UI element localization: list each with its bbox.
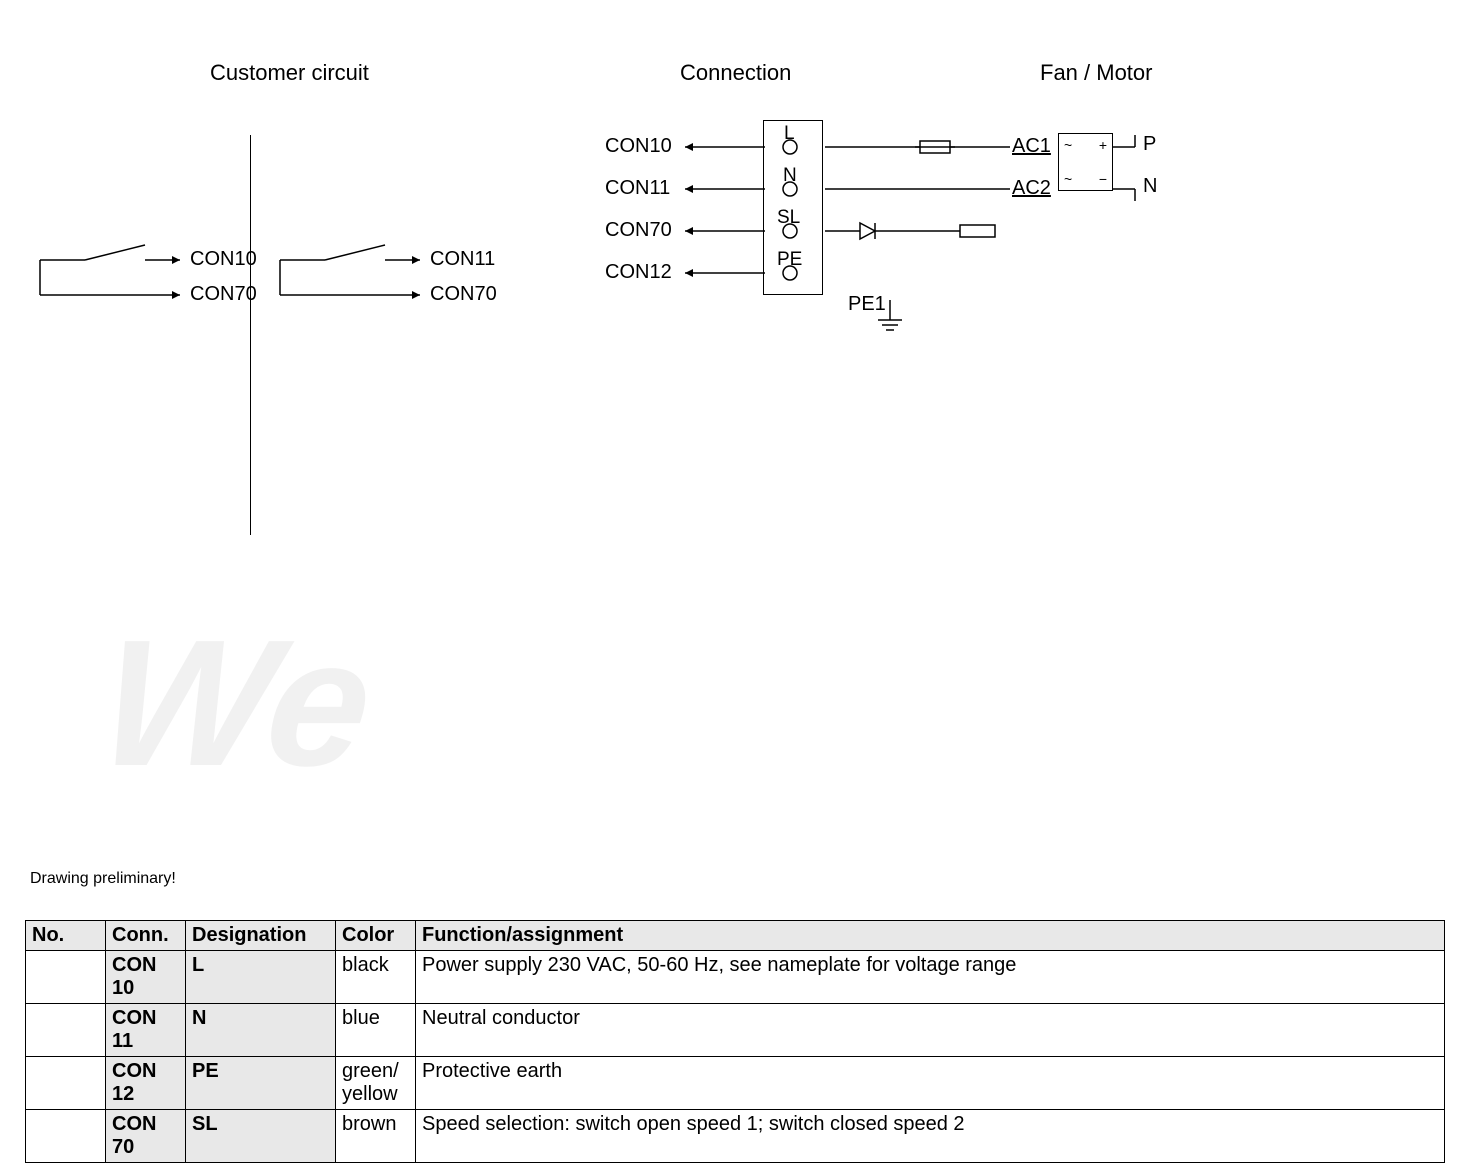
cell-desig: PE bbox=[186, 1057, 336, 1110]
switch-symbol-2: CON11 CON70 bbox=[270, 240, 480, 340]
cell-conn: CON 10 bbox=[106, 951, 186, 1004]
cell-func: Speed selection: switch open speed 1; sw… bbox=[416, 1110, 1445, 1163]
svg-text:L: L bbox=[784, 125, 795, 144]
cell-no bbox=[26, 1110, 106, 1163]
cell-no bbox=[26, 1057, 106, 1110]
cell-desig: N bbox=[186, 1004, 336, 1057]
motor-output-wires bbox=[1110, 135, 1290, 215]
switch1-label-b: CON70 bbox=[190, 283, 257, 306]
preliminary-note: Drawing preliminary! bbox=[30, 870, 176, 888]
cell-desig: SL bbox=[186, 1110, 336, 1163]
cell-color: blue bbox=[336, 1004, 416, 1057]
divider-line bbox=[250, 135, 251, 535]
cell-desig: L bbox=[186, 951, 336, 1004]
svg-text:PE: PE bbox=[777, 249, 802, 270]
pe1-label: PE1 bbox=[848, 293, 886, 315]
conn-row2-label: CON11 bbox=[605, 177, 670, 200]
switch2-label-a: CON11 bbox=[430, 248, 495, 271]
cell-color: black bbox=[336, 951, 416, 1004]
cell-func: Power supply 230 VAC, 50-60 Hz, see name… bbox=[416, 951, 1445, 1004]
switch1-label-a: CON10 bbox=[190, 248, 257, 271]
switch2-label-b: CON70 bbox=[430, 283, 497, 306]
th-no: No. bbox=[26, 921, 106, 951]
conn-row1-label: CON10 bbox=[605, 135, 672, 158]
output-p-label: P bbox=[1143, 133, 1156, 156]
th-conn: Conn. bbox=[106, 921, 186, 951]
cell-func: Protective earth bbox=[416, 1057, 1445, 1110]
motor-rectifier-box: ~ + ~ − bbox=[1058, 133, 1113, 191]
cell-color: green/ yellow bbox=[336, 1057, 416, 1110]
th-designation: Designation bbox=[186, 921, 336, 951]
connection-table: No. Conn. Designation Color Function/ass… bbox=[25, 920, 1445, 1163]
table-row: CON 11 N blue Neutral conductor bbox=[26, 1004, 1445, 1057]
ac1-label: AC1 bbox=[1012, 135, 1051, 158]
cell-no bbox=[26, 951, 106, 1004]
conn-row3-label: CON70 bbox=[605, 219, 672, 242]
cell-conn: CON 70 bbox=[106, 1110, 186, 1163]
label-customer-circuit: Customer circuit bbox=[210, 60, 369, 86]
table-row: CON 12 PE green/ yellow Protective earth bbox=[26, 1057, 1445, 1110]
th-color: Color bbox=[336, 921, 416, 951]
th-function: Function/assignment bbox=[416, 921, 1445, 951]
cell-no bbox=[26, 1004, 106, 1057]
table-row: CON 70 SL brown Speed selection: switch … bbox=[26, 1110, 1445, 1163]
ac2-label: AC2 bbox=[1012, 177, 1051, 200]
svg-text:SL: SL bbox=[777, 207, 800, 228]
label-fan-motor: Fan / Motor bbox=[1040, 60, 1152, 86]
wiring-diagram: CON10 CON70 CON11 CON70 L bbox=[0, 110, 1472, 560]
switch-symbol-1: CON10 CON70 bbox=[30, 240, 240, 340]
table-row: CON 10 L black Power supply 230 VAC, 50-… bbox=[26, 951, 1445, 1004]
conn-row4-label: CON12 bbox=[605, 261, 672, 284]
svg-text:N: N bbox=[783, 165, 797, 186]
cell-func: Neutral conductor bbox=[416, 1004, 1445, 1057]
output-n-label: N bbox=[1143, 175, 1157, 198]
watermark-logo: We bbox=[82, 600, 567, 850]
cell-conn: CON 11 bbox=[106, 1004, 186, 1057]
label-connection: Connection bbox=[680, 60, 791, 86]
cell-conn: CON 12 bbox=[106, 1057, 186, 1110]
cell-color: brown bbox=[336, 1110, 416, 1163]
